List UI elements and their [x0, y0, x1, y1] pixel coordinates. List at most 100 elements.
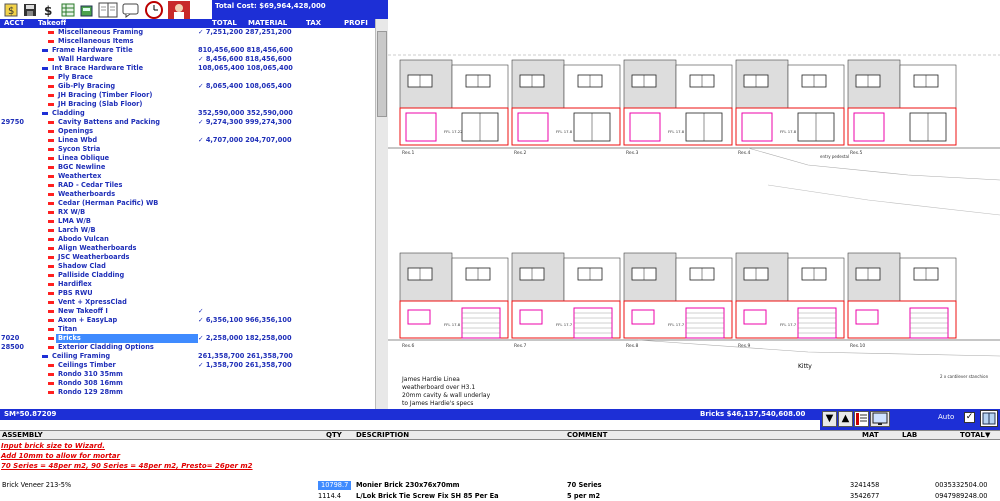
- comment-column-header[interactable]: COMMENT: [567, 431, 607, 440]
- takeoff-tree-row[interactable]: Linea Wbd ✓ 4,707,000 204,707,000: [0, 136, 375, 145]
- takeoff-tree-row[interactable]: Cedar (Herman Pacific) WB: [0, 199, 375, 208]
- unit-label: Res.10: [850, 343, 865, 349]
- row-bullet-icon: [48, 364, 54, 367]
- svg-text:$: $: [8, 6, 14, 17]
- takeoff-tree-row[interactable]: JSC Weatherboards: [0, 253, 375, 262]
- window: [855, 309, 879, 325]
- takeoff-tree-row[interactable]: LMA W/B: [0, 217, 375, 226]
- row-bullet-icon: [48, 202, 54, 205]
- assembly-note: 70 Series = 48per m2, 90 Series = 48per …: [1, 462, 253, 470]
- row-account: 29750: [1, 118, 24, 126]
- row-bullet-icon: [48, 85, 54, 88]
- row-label: Shadow Clad: [58, 262, 106, 270]
- row-bullet-icon: [48, 328, 54, 331]
- qty-cell[interactable]: 10798.7: [318, 481, 352, 490]
- calculator-icon[interactable]: [78, 1, 96, 18]
- takeoff-tree-row[interactable]: Miscellaneous Items: [0, 37, 375, 46]
- sliding-door: [405, 112, 437, 142]
- takeoff-tree-row[interactable]: Abodo Vulcan: [0, 235, 375, 244]
- down-arrow-icon[interactable]: ▼: [822, 411, 837, 427]
- row-label: Vent + XpressClad: [58, 298, 127, 306]
- material-column-header[interactable]: MATERIAL: [248, 19, 287, 28]
- takeoff-tree-row[interactable]: Frame Hardware Title 810,456,600 818,456,…: [0, 46, 375, 55]
- takeoff-tree-row[interactable]: Titan: [0, 325, 375, 334]
- takeoff-tree-row[interactable]: 29750 Cavity Battens and Packing ✓ 9,274,3…: [0, 118, 375, 127]
- takeoff-scrollbar[interactable]: [375, 19, 388, 409]
- acct-column-header[interactable]: ACCT: [4, 19, 24, 28]
- lab-column-header[interactable]: LAB: [902, 431, 917, 440]
- qty-column-header[interactable]: QTY: [326, 431, 342, 440]
- takeoff-tree-row[interactable]: Ceiling Framing 261,358,700 261,358,700: [0, 352, 375, 361]
- mat-column-header[interactable]: MAT: [862, 431, 879, 440]
- takeoff-tree-row[interactable]: Rondo 129 28mm: [0, 388, 375, 397]
- user-avatar-icon[interactable]: [167, 0, 191, 19]
- takeoff-tree-row[interactable]: RX W/B: [0, 208, 375, 217]
- unit-label: Res.8: [626, 343, 638, 349]
- scrollbar-thumb[interactable]: [377, 31, 387, 117]
- scroll-down-icon[interactable]: ▼: [985, 431, 990, 440]
- takeoff-tree-row[interactable]: Rondo 308 16mm: [0, 379, 375, 388]
- spreadsheet-icon[interactable]: [59, 1, 77, 18]
- drawing-note: James Hardie Lineaweatherboard over H3.1…: [401, 376, 491, 407]
- chat-icon[interactable]: [120, 1, 142, 18]
- assembly-column-header-label[interactable]: ASSEMBLY: [2, 431, 43, 440]
- takeoff-tree-row[interactable]: Larch W/B: [0, 226, 375, 235]
- row-bullet-icon: [42, 67, 48, 70]
- grid-view-icon[interactable]: [854, 411, 869, 427]
- takeoff-tree-row[interactable]: BGC Newline: [0, 163, 375, 172]
- tax-column-header[interactable]: TAX: [306, 19, 321, 28]
- takeoff-tree-row[interactable]: JH Bracing (Timber Floor): [0, 91, 375, 100]
- takeoff-tree-row[interactable]: Ceilings Timber ✓ 1,358,700 261,358,700: [0, 361, 375, 370]
- takeoff-tree-row[interactable]: Int Brace Hardware Title 108,065,400 108,…: [0, 64, 375, 73]
- takeoff-tree-row[interactable]: Wall Hardware ✓ 8,456,600 818,456,600: [0, 55, 375, 64]
- row-label: Linea Wbd: [58, 136, 98, 144]
- open-book-icon[interactable]: [97, 1, 119, 18]
- money-icon[interactable]: $: [40, 1, 58, 18]
- takeoff-tree-row[interactable]: Vent + XpressClad: [0, 298, 375, 307]
- takeoff-tree-row[interactable]: Shadow Clad: [0, 262, 375, 271]
- svg-text:$: $: [44, 4, 52, 17]
- save-icon[interactable]: [21, 1, 39, 18]
- takeoff-tree-row[interactable]: Miscellaneous Framing ✓ 7,251,200 287,251…: [0, 28, 375, 37]
- row-label: Ply Brace: [58, 73, 93, 81]
- dollar-icon[interactable]: $: [2, 1, 20, 18]
- row-bullet-icon: [48, 247, 54, 250]
- total-column-header[interactable]: TOTAL: [212, 19, 237, 28]
- takeoff-tree-row[interactable]: Align Weatherboards: [0, 244, 375, 253]
- takeoff-tree-row[interactable]: 28500 Exterior Cladding Options: [0, 343, 375, 352]
- row-bullet-icon: [42, 49, 48, 52]
- unit-label: Res.2: [514, 150, 526, 156]
- takeoff-tree-row[interactable]: New Takeoff I ✓: [0, 307, 375, 316]
- profit-column-header[interactable]: PROFI: [344, 19, 376, 28]
- takeoff-tree-row[interactable]: Ply Brace: [0, 73, 375, 82]
- elevation-drawing-canvas[interactable]: Res.1 Res.2 Res.3 Res.4 Res.5 FFL 17.22 FFL 17…: [388, 0, 1000, 410]
- monitor-icon[interactable]: [870, 411, 890, 427]
- takeoff-tree-row[interactable]: Weathertex: [0, 172, 375, 181]
- assembly-row[interactable]: Brick Veneer 213-5% 10798.7 Monier Brick 2…: [0, 481, 1000, 490]
- row-label: Sycon Stria: [58, 145, 101, 153]
- elevation-drawing[interactable]: Res.1 Res.2 Res.3 Res.4 Res.5 FFL 17.22 FFL 17…: [388, 0, 1000, 410]
- clock-icon[interactable]: [143, 0, 165, 19]
- total-column-header[interactable]: TOTAL: [960, 431, 985, 440]
- row-bullet-icon: [48, 175, 54, 178]
- takeoff-tree-row[interactable]: 7020 Bricks ✓ 2,258,000 182,258,000: [0, 334, 375, 343]
- takeoff-tree-row[interactable]: Openings: [0, 127, 375, 136]
- takeoff-tree-row[interactable]: Rondo 310 35mm: [0, 370, 375, 379]
- sliding-door: [629, 112, 661, 142]
- takeoff-tree-row[interactable]: Cladding 352,590,000 352,590,000: [0, 109, 375, 118]
- takeoff-tree-row[interactable]: Axon + EasyLap ✓ 6,356,100 966,356,100: [0, 316, 375, 325]
- description-column-header[interactable]: DESCRIPTION: [356, 431, 409, 440]
- takeoff-tree-row[interactable]: JH Bracing (Slab Floor): [0, 100, 375, 109]
- takeoff-tree-row[interactable]: RAD - Cedar Tiles: [0, 181, 375, 190]
- takeoff-tree-row[interactable]: Hardiflex: [0, 280, 375, 289]
- takeoff-column-header-label[interactable]: Takeoff: [38, 19, 66, 28]
- takeoff-tree-row[interactable]: PBS RWU: [0, 289, 375, 298]
- takeoff-tree-row[interactable]: Palliside Cladding: [0, 271, 375, 280]
- takeoff-tree-row[interactable]: Gib-Ply Bracing ✓ 8,065,400 108,065,400: [0, 82, 375, 91]
- takeoff-tree-row[interactable]: Weatherboards: [0, 190, 375, 199]
- book-icon[interactable]: [980, 410, 998, 427]
- up-arrow-icon[interactable]: ▲: [838, 411, 853, 427]
- takeoff-tree-row[interactable]: Sycon Stria: [0, 145, 375, 154]
- auto-checkbox[interactable]: ✓: [964, 412, 975, 423]
- takeoff-tree-row[interactable]: Linea Oblique: [0, 154, 375, 163]
